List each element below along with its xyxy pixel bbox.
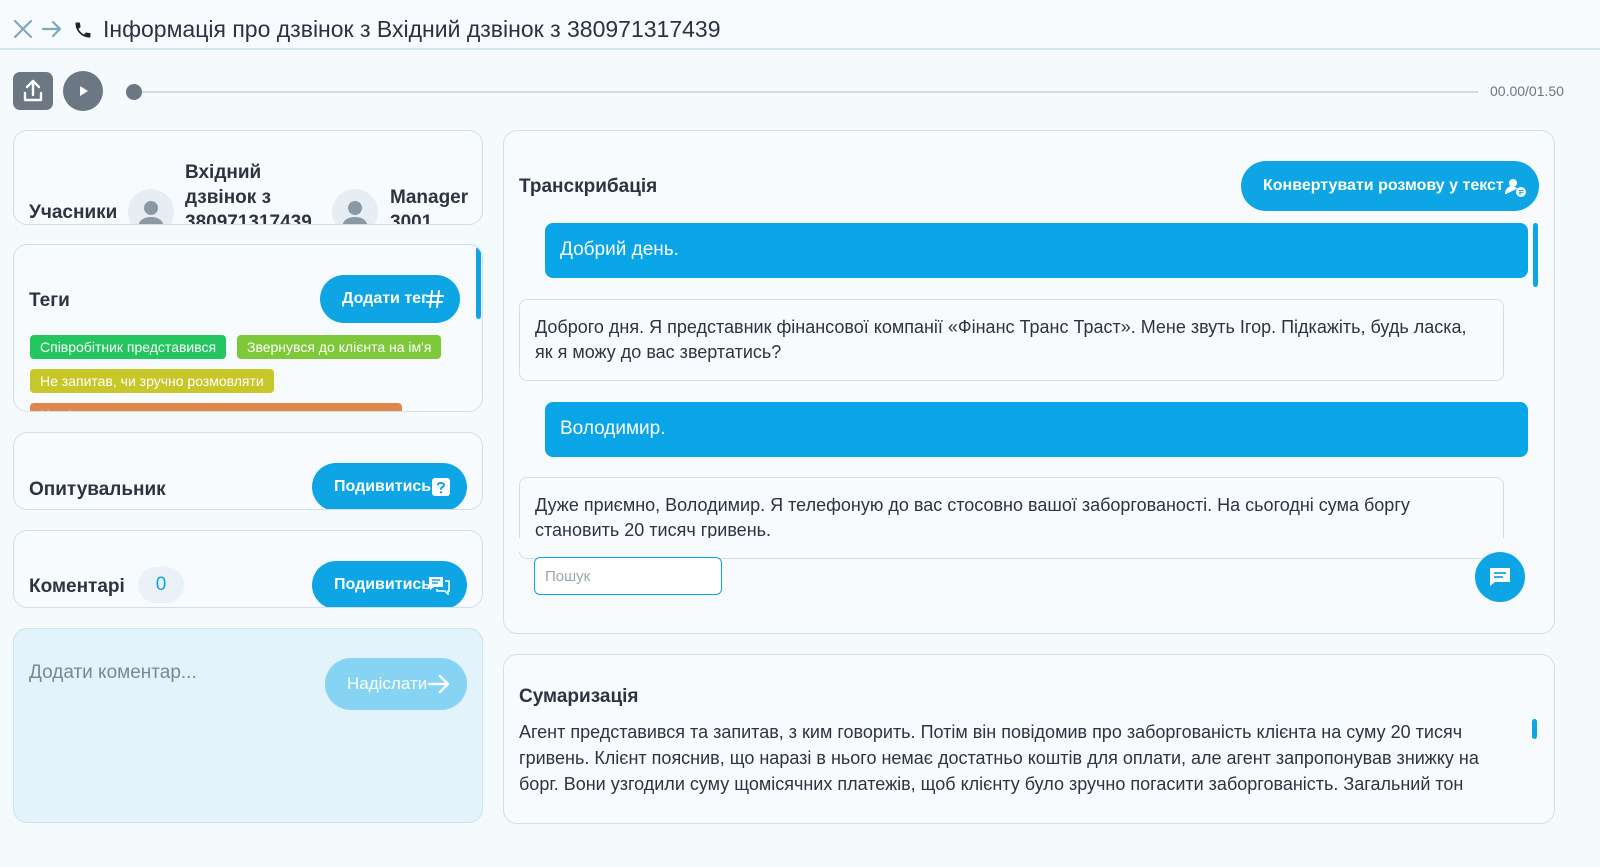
client-message: Доброго дня. Я представник фінансової ко…	[519, 299, 1504, 381]
new-comment-card: Додати коментар... Надіслати	[13, 628, 483, 823]
send-comment-button[interactable]: Надіслати	[325, 658, 467, 710]
operator-message: Добрий день.	[545, 223, 1528, 278]
arrow-right-icon	[427, 674, 450, 694]
chat-button[interactable]	[1475, 552, 1525, 602]
audio-progress-track[interactable]	[133, 91, 1478, 93]
tag-item[interactable]: Не з'ясував причину	[30, 403, 402, 411]
survey-title: Опитувальник	[29, 479, 166, 500]
user-icon	[138, 201, 164, 224]
phone-icon	[75, 22, 91, 38]
tags-card: Теги Додати тег Співробітник представивс…	[13, 244, 483, 412]
manager-name: Manager 3001	[390, 187, 469, 225]
manager-avatar	[332, 189, 378, 224]
participants-title: Учасники	[29, 202, 118, 223]
play-button[interactable]	[63, 71, 103, 111]
hashtag-icon	[426, 290, 444, 308]
chat-icon	[429, 577, 450, 595]
comment-input[interactable]: Додати коментар...	[29, 662, 197, 684]
upload-button[interactable]	[13, 72, 53, 110]
message-list-clip	[504, 538, 1530, 552]
audio-time: 00.00/01.50	[1490, 83, 1564, 99]
page-title: Інформація про дзвінок з Вхідний дзвінок…	[103, 16, 721, 42]
summary-title: Сумаризація	[519, 686, 639, 707]
comments-card: Коментарі 0 Подивитись	[13, 530, 483, 608]
play-icon	[80, 86, 88, 96]
upload-icon	[23, 79, 43, 102]
comments-count-badge: 0	[138, 567, 184, 603]
tag-item[interactable]: Не запитав, чи зручно розмовляти	[30, 369, 274, 393]
tag-item[interactable]: Звернувся до клієнта на ім'я	[237, 335, 442, 359]
comments-view-button[interactable]: Подивитись	[312, 561, 467, 607]
transcription-scrollbar[interactable]	[1533, 223, 1538, 287]
user-icon	[342, 201, 368, 224]
caller-avatar	[128, 189, 174, 224]
summary-card: Сумаризація Агент представився та запита…	[503, 654, 1555, 824]
transcription-card: Транскрибація Конвертувати розмову у тек…	[503, 130, 1555, 634]
caller-name: Вхідний дзвінок з 380971317439	[185, 162, 312, 225]
question-icon	[432, 478, 450, 496]
comments-title: Коментарі	[29, 576, 125, 597]
convert-to-text-button[interactable]: Конвертувати розмову у текст	[1241, 161, 1539, 211]
header-bar: Інформація про дзвінок з Вхідний дзвінок…	[0, 0, 1600, 50]
tag-item[interactable]: Співробітник представився	[30, 335, 227, 359]
operator-message: Володимир.	[545, 402, 1528, 457]
audio-progress-handle[interactable]	[126, 84, 142, 100]
survey-view-button[interactable]: Подивитись	[312, 463, 467, 509]
summary-text: Агент представився та запитав, з ким гов…	[519, 722, 1479, 794]
tags-title: Теги	[29, 290, 70, 311]
summary-scrollbar[interactable]	[1532, 719, 1537, 739]
survey-card: Опитувальник Подивитись	[13, 432, 483, 510]
message-icon	[1490, 568, 1510, 586]
add-tag-button[interactable]: Додати тег	[320, 275, 460, 323]
speech-to-text-icon	[1505, 179, 1526, 197]
close-icon[interactable]	[12, 18, 34, 40]
arrow-right-icon[interactable]	[41, 18, 63, 40]
transcription-title: Транскрибація	[519, 176, 658, 197]
participants-card: Учасники Вхідний дзвінок з 380971317439 …	[13, 130, 483, 225]
tags-scrollbar[interactable]	[476, 247, 481, 319]
transcript-search-input[interactable]	[534, 557, 722, 595]
